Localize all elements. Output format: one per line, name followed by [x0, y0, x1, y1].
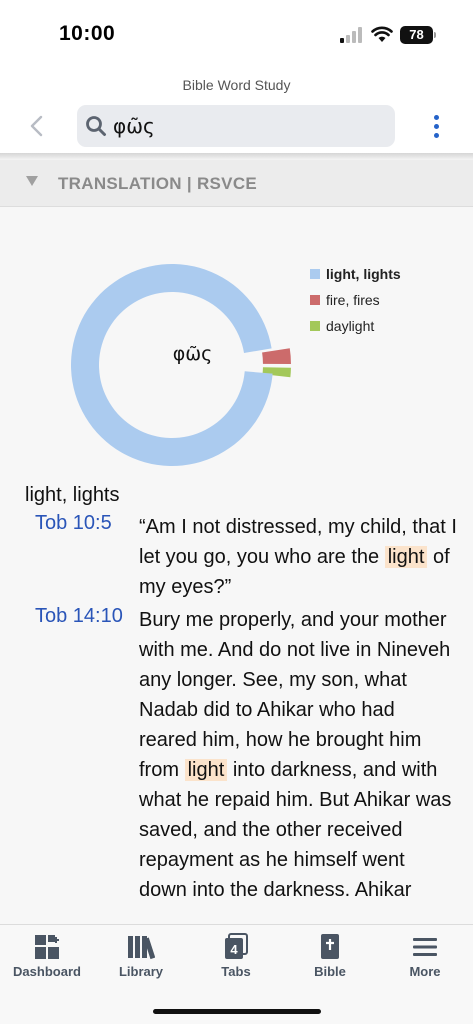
verse-text: Bury me properly, and your mother with m…: [139, 609, 452, 901]
legend-label: light, lights: [326, 266, 401, 282]
legend-swatch: [310, 321, 320, 331]
donut-slice-fire-fires[interactable]: [262, 348, 291, 365]
search-value: φῶς: [113, 114, 155, 138]
highlighted-word: light: [184, 759, 228, 781]
tab-library[interactable]: Library: [94, 933, 188, 979]
back-button[interactable]: [22, 112, 50, 140]
translation-donut-chart: [70, 263, 291, 466]
home-indicator: [153, 1009, 321, 1014]
tab-bible[interactable]: Bible: [283, 933, 377, 979]
legend-item[interactable]: fire, fires: [310, 287, 401, 313]
search-icon: [86, 116, 106, 136]
collapse-triangle-icon: [26, 176, 38, 186]
section-label: TRANSLATION | RSVCE: [58, 174, 258, 193]
legend-label: daylight: [326, 318, 375, 334]
highlighted-word: light: [384, 546, 428, 568]
status-bar: 10:00 78: [0, 0, 473, 70]
cellular-signal-icon: [340, 27, 362, 43]
chevron-left-icon: [30, 115, 43, 137]
menu-icon: [413, 938, 437, 956]
legend-label: fire, fires: [326, 292, 380, 308]
wifi-icon: [371, 26, 393, 42]
legend-swatch: [310, 295, 320, 305]
battery-tip: [434, 32, 436, 38]
header-divider: [0, 153, 473, 160]
search-input[interactable]: φῶς: [77, 105, 395, 147]
tabs-icon: 4: [225, 933, 248, 959]
tab-more[interactable]: More: [378, 933, 472, 979]
translation-section-header[interactable]: TRANSLATION | RSVCE: [0, 160, 473, 207]
dot-icon: [433, 123, 439, 129]
status-time: 10:00: [59, 22, 116, 45]
tab-dashboard[interactable]: Dashboard: [0, 933, 94, 979]
verse-reference-link[interactable]: Tob 14:10: [35, 605, 123, 628]
chart-legend: light, lights fire, fires daylight: [310, 261, 401, 339]
verse-reference-link[interactable]: Tob 10:5: [35, 512, 112, 535]
library-icon: [128, 936, 155, 960]
dot-icon: [433, 114, 439, 120]
bible-icon: [321, 934, 339, 959]
chart-center-label: φῶς: [172, 343, 213, 365]
app-title: Bible Word Study: [182, 77, 291, 93]
tabs-count-badge: 4: [230, 942, 238, 957]
legend-item[interactable]: daylight: [310, 313, 401, 339]
more-options-button[interactable]: [425, 110, 447, 142]
group-title: light, lights: [25, 484, 120, 506]
dashboard-icon: [35, 935, 59, 959]
verse-text: “Am I not distressed, my child, that I l…: [139, 516, 457, 598]
content-area[interactable]: φῶς light, lights fire, fires daylight lig…: [0, 207, 473, 924]
battery-indicator: 78: [400, 26, 433, 44]
legend-swatch: [310, 269, 320, 279]
dot-icon: [433, 132, 439, 138]
tab-tabs[interactable]: 4 Tabs: [189, 933, 283, 979]
legend-item[interactable]: light, lights: [310, 261, 401, 287]
